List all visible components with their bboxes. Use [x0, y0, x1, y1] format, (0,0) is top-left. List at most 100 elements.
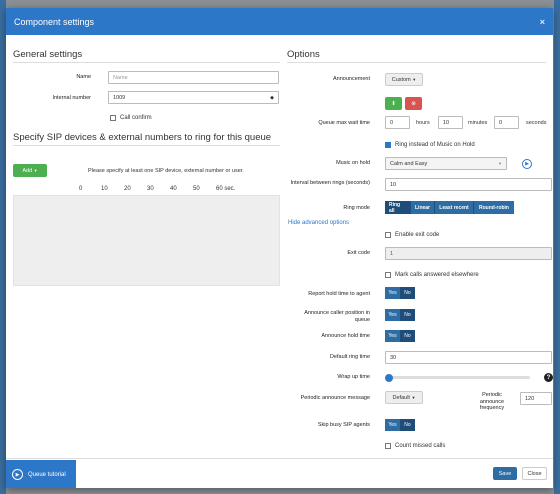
announce-hold-toggle: Yes No [385, 330, 415, 342]
ring-mode-round-robin[interactable]: Round-robin [474, 201, 514, 214]
internal-number-value: 1009 [113, 94, 126, 101]
minutes-label: minutes [468, 120, 488, 126]
report-hold-label: Report hold time to agent [308, 291, 370, 297]
ring-mode-linear[interactable]: Linear [411, 201, 435, 214]
name-input[interactable]: Name [108, 71, 279, 84]
ring-instead-checkbox[interactable]: Ring instead of Music on Hold [385, 142, 475, 148]
checkbox-icon [110, 115, 116, 121]
ring-mode-least-recent[interactable]: Least recent [435, 201, 474, 214]
tick-label: 20 [124, 186, 131, 192]
seconds-label: seconds [526, 120, 547, 126]
dialog-header: Component settings × [6, 8, 553, 35]
add-device-button[interactable]: Add ▼ [13, 164, 47, 177]
internal-number-select[interactable]: 1009 ◆ [108, 91, 279, 104]
interval-input[interactable]: 10 [385, 178, 552, 191]
remove-icon: ⊗ [411, 100, 416, 107]
call-confirm-checkbox[interactable]: Call confirm [110, 115, 152, 121]
skip-busy-toggle: Yes No [385, 419, 415, 431]
default-ring-label: Default ring time [329, 354, 370, 360]
ring-mode-ring-all[interactable]: Ring all [385, 201, 411, 214]
mark-calls-checkbox[interactable]: Mark calls answered elsewhere [385, 272, 479, 278]
periodic-announce-dropdown[interactable]: Default ▼ [385, 391, 423, 404]
announcement-value: Custom [391, 76, 411, 83]
arrow-down-icon: ⬇ [391, 100, 396, 107]
enable-exit-code-checkbox[interactable]: Enable exit code [385, 232, 439, 238]
wrap-up-slider-track[interactable] [387, 376, 530, 379]
hours-input[interactable]: 0 [385, 116, 410, 129]
tick-label: 0 [79, 186, 83, 192]
save-button[interactable]: Save [493, 467, 517, 480]
caret-down-icon: ▼ [411, 395, 416, 400]
seconds-input[interactable]: 0 [494, 116, 519, 129]
tick-label: 10 [101, 186, 108, 192]
internal-number-label: Internal number [52, 95, 91, 101]
play-music-icon[interactable]: ▶ [522, 159, 532, 169]
caret-down-icon: ▼ [33, 168, 38, 173]
close-button[interactable]: Close [522, 467, 547, 480]
yes-option[interactable]: Yes [385, 309, 400, 321]
no-option[interactable]: No [400, 287, 415, 299]
sip-devices-area[interactable] [13, 195, 280, 286]
yes-option[interactable]: Yes [385, 419, 400, 431]
music-on-hold-label: Music on hold [336, 160, 370, 166]
options-heading: Options [287, 49, 546, 63]
help-icon[interactable]: ? [544, 373, 553, 382]
close-icon[interactable]: × [540, 17, 545, 27]
mark-calls-label: Mark calls answered elsewhere [395, 272, 479, 278]
periodic-announce-value: Default [392, 394, 410, 401]
component-settings-dialog: Component settings × General settings Na… [6, 8, 553, 488]
queue-tutorial-label: Queue tutorial [28, 471, 66, 478]
general-settings-panel: General settings [13, 35, 280, 63]
hide-advanced-link[interactable]: Hide advanced options [288, 220, 349, 226]
frequency-input[interactable]: 120 [520, 392, 552, 405]
dialog-title: Component settings [14, 16, 95, 27]
frequency-label: Periodic announce frequency [479, 392, 505, 411]
skip-busy-label: Skip busy SIP agents [317, 422, 370, 428]
hours-label: hours [416, 120, 430, 126]
caret-down-icon: ▼ [412, 77, 417, 82]
tick-label: 40 [170, 186, 177, 192]
yes-option[interactable]: Yes [385, 330, 400, 342]
default-ring-input[interactable]: 30 [385, 351, 552, 364]
no-option[interactable]: No [400, 309, 415, 321]
tick-label: 30 [147, 186, 154, 192]
add-button-label: Add [22, 167, 33, 174]
caret-down-icon: ▼ [498, 161, 502, 166]
yes-option[interactable]: Yes [385, 287, 400, 299]
ring-mode-label: Ring mode [343, 205, 370, 211]
periodic-announce-label: Periodic announce message [300, 395, 370, 401]
minutes-input[interactable]: 10 [438, 116, 463, 129]
exit-code-input[interactable]: 1 [385, 247, 552, 260]
count-missed-checkbox[interactable]: Count missed calls [385, 443, 445, 449]
options-panel: Options [287, 49, 546, 63]
dialog-footer: ▶ Queue tutorial Save Close [6, 458, 553, 488]
announce-position-label: Announce caller position in queue [304, 310, 370, 323]
announcement-dropdown[interactable]: Custom ▼ [385, 73, 423, 86]
general-settings-heading: General settings [13, 49, 280, 63]
no-option[interactable]: No [400, 330, 415, 342]
tick-label: 50 [193, 186, 200, 192]
name-label: Name [76, 74, 91, 80]
announce-hold-label: Announce hold time [321, 333, 370, 339]
queue-tutorial-button[interactable]: ▶ Queue tutorial [6, 460, 76, 488]
select-caret-icon: ◆ [270, 94, 274, 101]
checkbox-icon [385, 272, 391, 278]
announcement-label: Announcement [333, 76, 370, 82]
music-on-hold-select[interactable]: Calm and Easy ▼ [385, 157, 507, 170]
ring-mode-selector: Ring all Linear Least recent Round-robin [385, 201, 514, 214]
wrap-up-label: Wrap up time [337, 374, 370, 380]
announce-position-toggle: Yes No [385, 309, 415, 321]
delete-announcement-button[interactable]: ⊗ [405, 97, 422, 110]
no-option[interactable]: No [400, 419, 415, 431]
sip-heading: Specify SIP devices & external numbers t… [13, 132, 280, 146]
enable-exit-code-label: Enable exit code [395, 232, 440, 238]
play-announcement-button[interactable]: ⬇ [385, 97, 402, 110]
exit-code-label: Exit code [347, 250, 370, 256]
wrap-up-slider-handle[interactable] [385, 374, 393, 382]
tick-label: 60 sec. [216, 186, 236, 192]
checkbox-icon [385, 443, 391, 449]
ring-instead-label: Ring instead of Music on Hold [395, 142, 475, 148]
play-icon: ▶ [12, 469, 23, 480]
checkbox-checked-icon [385, 142, 391, 148]
checkbox-icon [385, 232, 391, 238]
